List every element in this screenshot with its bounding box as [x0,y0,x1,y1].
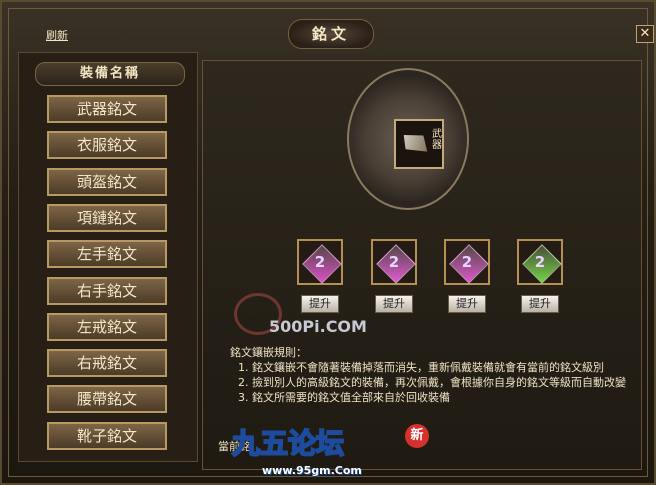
equipment-slot-button[interactable]: 左戒銘文 [47,312,167,341]
rules-title: 銘文鑲嵌規則： [230,346,307,359]
equipment-slot-button[interactable]: 左手銘文 [47,240,167,269]
equipment-slot-button[interactable]: 頭盔銘文 [47,167,167,196]
main-window: 刷新 銘文 ✕ 裝備名稱 武器銘文 衣服銘文 頭盔銘文 項鏈銘文 左手銘文 右手銘文 左戒銘… [0,0,656,485]
equipment-list-header: 裝備名稱 [35,62,185,86]
upgrade-button[interactable]: 提升 [521,295,559,313]
equipment-slot-button[interactable]: 腰帶銘文 [47,385,167,414]
brand-domain: www.95gm.Com [262,464,362,477]
equipment-slot-button[interactable]: 右手銘文 [47,276,167,305]
rule-item-2: 2. 撿到別人的高級銘文的裝備，再次佩戴，會根據你自身的銘文等級而自動改變 [238,376,626,389]
brand-stamp: 新 [405,424,429,448]
equipment-slot-button[interactable]: 衣服銘文 [47,131,167,160]
weapon-item-frame[interactable]: 武器 [394,119,444,169]
gem-level: 2 [461,253,473,271]
brand-logo: 九五论坛 www.95gm.Com 新 [231,422,429,482]
gem-level: 2 [534,253,546,271]
equipment-list-panel: 裝備名稱 武器銘文衣服銘文頭盔銘文項鏈銘文左手銘文右手銘文左戒銘文右戒銘文腰帶銘… [18,52,198,462]
title-bar: 刷新 銘文 ✕ [2,2,654,49]
gem-level: 2 [314,253,326,271]
upgrade-button[interactable]: 提升 [375,295,413,313]
refresh-link[interactable]: 刷新 [46,27,68,43]
close-button[interactable]: ✕ [636,25,654,43]
equipment-slot-button[interactable]: 右戒銘文 [47,349,167,378]
watermark-site: 500Pi.COM [269,317,367,336]
sword-icon [400,128,431,160]
equipment-slot-button[interactable]: 靴子銘文 [47,421,167,450]
brand-main: 九五论坛 [231,426,345,461]
equipment-slot-button[interactable]: 武器銘文 [47,95,167,123]
rule-item-3: 3. 銘文所需要的銘文值全部來自於回收裝備 [238,391,450,404]
inscription-gem[interactable]: 2 [444,239,490,285]
rule-item-1: 1. 銘文鑲嵌不會隨著裝備掉落而消失，重新佩戴裝備就會有當前的銘文級別 [238,361,604,374]
weapon-slot[interactable]: 武器 [347,68,469,210]
window-title: 銘文 [288,19,374,49]
weapon-slot-label: 武器 [432,129,442,151]
upgrade-button[interactable]: 提升 [448,295,486,313]
close-icon: ✕ [639,26,651,41]
inscription-gem[interactable]: 2 [371,239,417,285]
gem-level: 2 [388,253,400,271]
inscription-gem[interactable]: 2 [297,239,343,285]
inscription-rules: 銘文鑲嵌規則： 1. 銘文鑲嵌不會隨著裝備掉落而消失，重新佩戴裝備就會有當前的銘… [228,345,648,405]
inscription-gem[interactable]: 2 [517,239,563,285]
equipment-slot-button[interactable]: 項鏈銘文 [47,203,167,232]
upgrade-button[interactable]: 提升 [301,295,339,313]
